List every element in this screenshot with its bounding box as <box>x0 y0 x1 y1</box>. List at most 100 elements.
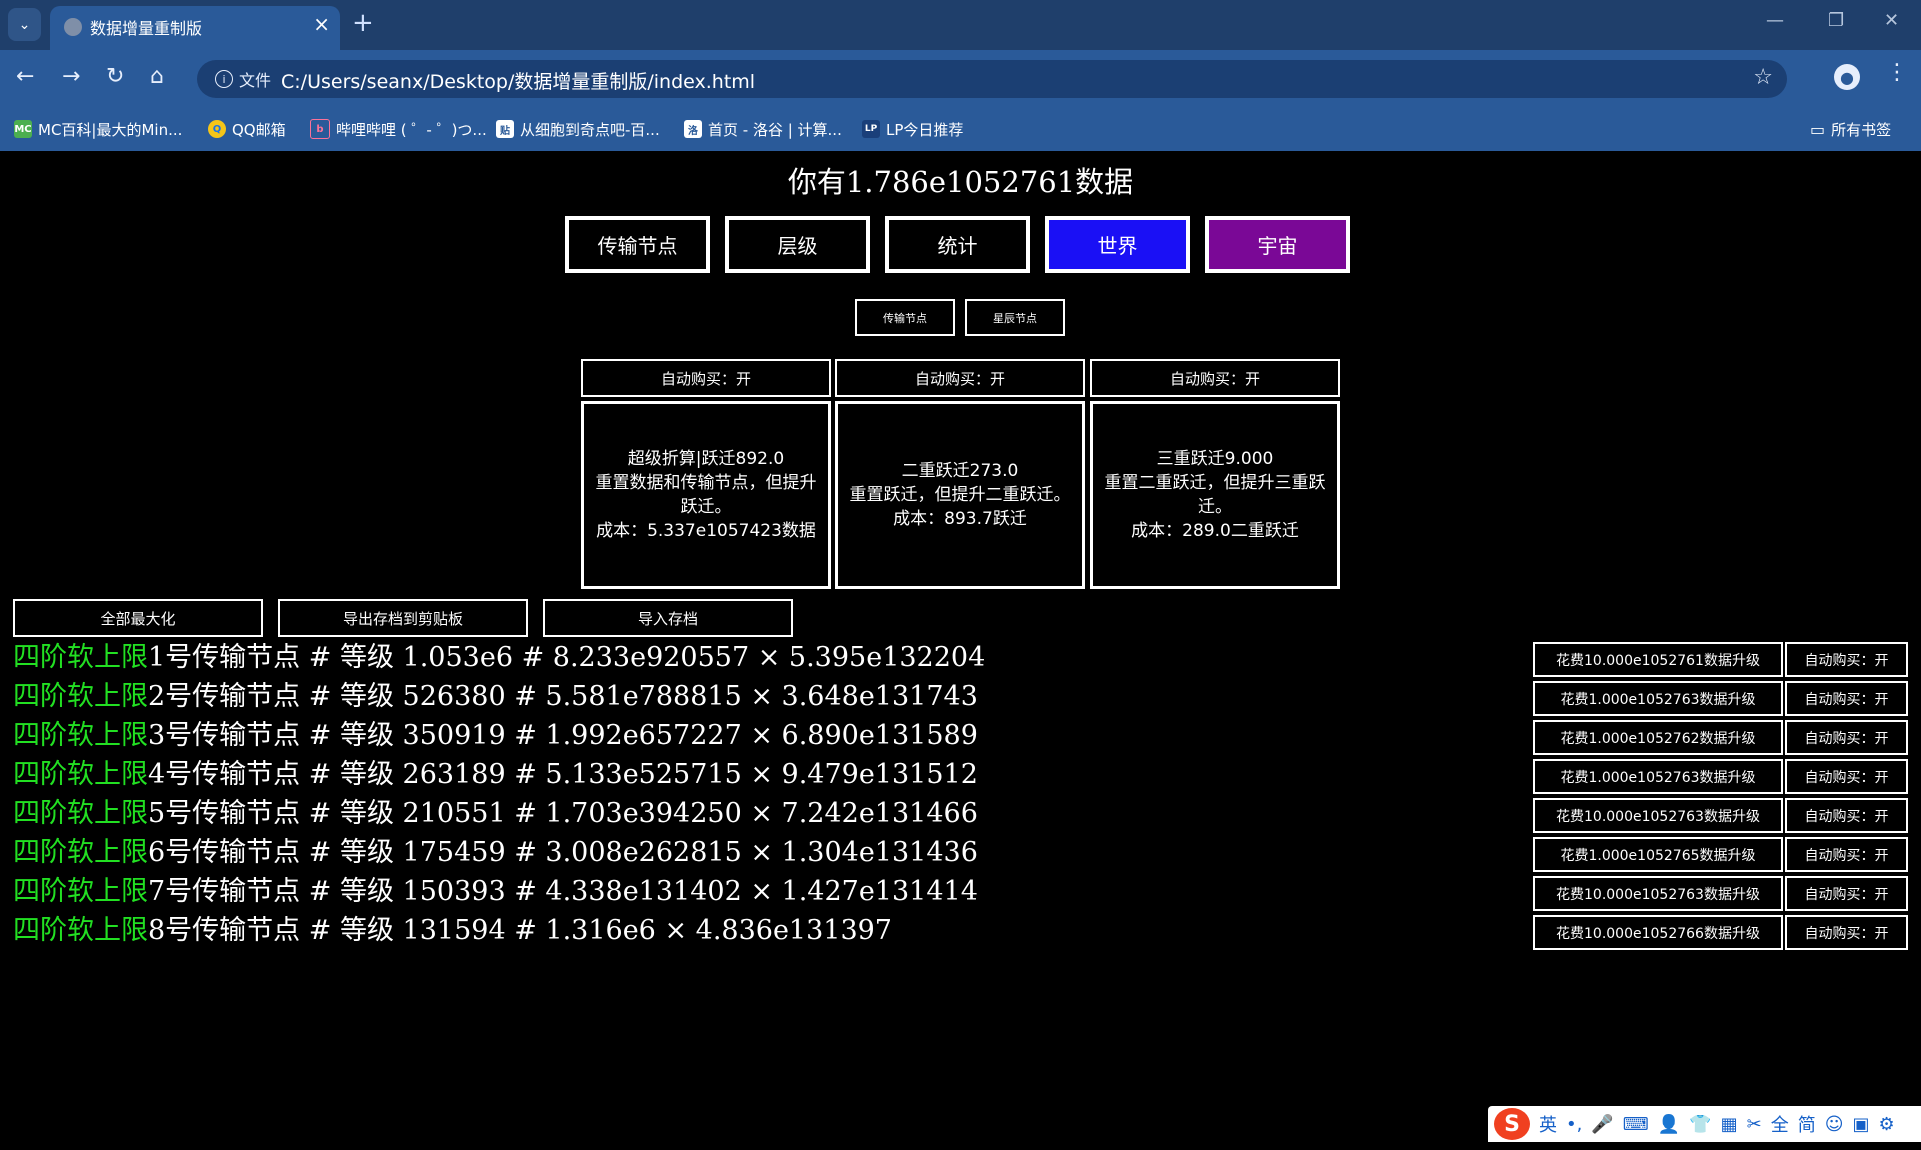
autobuy-toggle-triple-jump[interactable]: 自动购买：开 <box>1090 359 1340 397</box>
url-text[interactable]: C:/Users/seanx/Desktop/数据增量重制版/index.htm… <box>281 67 755 94</box>
bookmarks-bar: MC MC百科|最大的Min... Q QQ邮箱 b 哔哩哔哩 ( ゜- ゜)つ… <box>0 107 1921 151</box>
tab-transfer-nodes[interactable]: 传输节点 <box>565 216 710 273</box>
all-bookmarks-folder[interactable]: ▭ 所有书签 <box>1810 117 1891 141</box>
close-icon[interactable]: × <box>313 12 330 36</box>
node-row-8: 四阶软上限8号传输节点 # 等级 131594 # 1.316e6 × 4.83… <box>13 912 892 950</box>
ime-account-icon[interactable]: 👤 <box>1658 1114 1680 1135</box>
back-arrow-icon[interactable]: ← <box>16 64 34 89</box>
node-6-upgrade-button[interactable]: 花费1.000e1052765数据升级 <box>1533 837 1783 872</box>
tab-search-button[interactable]: ⌄ <box>8 8 41 41</box>
node-7-autobuy-toggle[interactable]: 自动购买：开 <box>1785 876 1908 911</box>
jump-title: 超级折算|跃迁892.0 <box>627 449 785 469</box>
node-8-upgrade-button[interactable]: 花费10.000e1052766数据升级 <box>1533 915 1783 950</box>
jump-cost: 成本：5.337e1057423数据 <box>596 521 816 541</box>
ime-voice-icon[interactable]: 🎤 <box>1591 1114 1613 1135</box>
double-jump-card[interactable]: 二重跃迁273.0 重置跃迁，但提升二重跃迁。 成本：893.7跃迁 <box>835 401 1085 589</box>
softcap-label: 四阶软上限 <box>13 915 148 946</box>
node-row-1: 四阶软上限1号传输节点 # 等级 1.053e6 # 8.233e920557 … <box>13 639 985 677</box>
ime-settings-icon[interactable]: ⚙ <box>1878 1114 1894 1135</box>
double-jump-title: 二重跃迁273.0 <box>901 461 1019 481</box>
jump-card[interactable]: 超级折算|跃迁892.0 重置数据和传输节点，但提升跃迁。 成本：5.337e1… <box>581 401 831 589</box>
browser-tab-active[interactable]: 数据增量重制版 × <box>50 6 340 50</box>
tab-tiers[interactable]: 层级 <box>725 216 870 273</box>
ime-scissors-icon[interactable]: ✂ <box>1747 1114 1762 1135</box>
import-save-button[interactable]: 导入存档 <box>543 599 793 637</box>
ime-grid-icon[interactable]: ▣ <box>1852 1114 1869 1135</box>
ime-toolbox-icon[interactable]: ▦ <box>1721 1114 1738 1135</box>
bookmark-star-icon[interactable]: ☆ <box>1753 65 1773 90</box>
tieba-paw-icon: 贴 <box>496 120 514 138</box>
bookmark-label: 首页 - 洛谷 | 计算... <box>708 120 842 139</box>
node-row-6: 四阶软上限6号传输节点 # 等级 175459 # 3.008e262815 ×… <box>13 834 978 872</box>
node-info: 6号传输节点 # 等级 175459 # 3.008e262815 × 1.30… <box>148 837 978 868</box>
kebab-menu-icon[interactable]: ⋮ <box>1886 60 1908 85</box>
node-3-upgrade-button[interactable]: 花费1.000e1052762数据升级 <box>1533 720 1783 755</box>
ime-emoji-icon[interactable]: ☺ <box>1825 1114 1844 1135</box>
softcap-label: 四阶软上限 <box>13 837 148 868</box>
node-4-autobuy-toggle[interactable]: 自动购买：开 <box>1785 759 1908 794</box>
softcap-label: 四阶软上限 <box>13 681 148 712</box>
ime-language-toggle[interactable]: 英 <box>1539 1111 1557 1137</box>
ime-fullwidth-toggle[interactable]: 全 <box>1771 1111 1789 1137</box>
bilibili-tv-icon: b <box>310 119 330 139</box>
node-5-autobuy-toggle[interactable]: 自动购买：开 <box>1785 798 1908 833</box>
triple-jump-cost: 成本：289.0二重跃迁 <box>1131 521 1299 541</box>
max-all-button[interactable]: 全部最大化 <box>13 599 263 637</box>
node-2-autobuy-toggle[interactable]: 自动购买：开 <box>1785 681 1908 716</box>
softcap-label: 四阶软上限 <box>13 720 148 751</box>
bookmark-label: QQ邮箱 <box>232 120 286 139</box>
site-info-chip[interactable]: i 文件 <box>207 65 279 93</box>
bookmark-luogu[interactable]: 洛 首页 - 洛谷 | 计算... <box>684 117 842 141</box>
new-tab-plus-icon[interactable]: + <box>352 8 374 38</box>
ime-keyboard-icon[interactable]: ⌨ <box>1623 1114 1649 1135</box>
profile-avatar-icon[interactable]: ● <box>1834 64 1860 90</box>
subtab-transfer-nodes[interactable]: 传输节点 <box>855 299 955 336</box>
bookmark-mcmod[interactable]: MC MC百科|最大的Min... <box>14 117 182 141</box>
autobuy-toggle-double-jump[interactable]: 自动购买：开 <box>835 359 1085 397</box>
bookmark-tieba[interactable]: 贴 从细胞到奇点吧-百... <box>496 117 660 141</box>
data-amount-headline: 你有1.786e1052761数据 <box>787 165 1134 199</box>
restore-icon[interactable]: ❐ <box>1828 10 1844 31</box>
node-row-5: 四阶软上限5号传输节点 # 等级 210551 # 1.703e394250 ×… <box>13 795 978 833</box>
sogou-ime-logo-icon[interactable]: S <box>1494 1108 1530 1140</box>
subtab-star-nodes[interactable]: 星辰节点 <box>965 299 1065 336</box>
ime-skin-icon[interactable]: 👕 <box>1689 1114 1711 1135</box>
reload-icon[interactable]: ↻ <box>106 64 124 89</box>
bookmark-label: 从细胞到奇点吧-百... <box>520 120 660 139</box>
bookmark-bilibili[interactable]: b 哔哩哔哩 ( ゜- ゜)つ... <box>310 117 487 141</box>
node-info: 7号传输节点 # 等级 150393 # 4.338e131402 × 1.42… <box>148 876 978 907</box>
window-close-icon[interactable]: ✕ <box>1884 10 1899 31</box>
bookmark-lp[interactable]: LP LP今日推荐 <box>862 117 963 141</box>
mcmod-logo-icon: MC <box>14 120 32 138</box>
tab-world[interactable]: 世界 <box>1045 216 1190 273</box>
node-6-autobuy-toggle[interactable]: 自动购买：开 <box>1785 837 1908 872</box>
ime-punctuation-icon[interactable]: •, <box>1566 1114 1582 1135</box>
node-2-upgrade-button[interactable]: 花费1.000e1052763数据升级 <box>1533 681 1783 716</box>
node-7-upgrade-button[interactable]: 花费10.000e1052763数据升级 <box>1533 876 1783 911</box>
lp-logo-icon: LP <box>862 120 880 138</box>
node-5-upgrade-button[interactable]: 花费10.000e1052763数据升级 <box>1533 798 1783 833</box>
node-1-upgrade-button[interactable]: 花费10.000e1052761数据升级 <box>1533 642 1783 677</box>
home-icon[interactable]: ⌂ <box>150 64 164 89</box>
jump-description: 重置数据和传输节点，但提升跃迁。 <box>595 473 817 517</box>
node-3-autobuy-toggle[interactable]: 自动购买：开 <box>1785 720 1908 755</box>
node-1-autobuy-toggle[interactable]: 自动购买：开 <box>1785 642 1908 677</box>
node-8-autobuy-toggle[interactable]: 自动购买：开 <box>1785 915 1908 950</box>
node-4-upgrade-button[interactable]: 花费1.000e1052763数据升级 <box>1533 759 1783 794</box>
minimize-icon[interactable]: — <box>1766 10 1784 31</box>
autobuy-toggle-jump[interactable]: 自动购买：开 <box>581 359 831 397</box>
node-info: 4号传输节点 # 等级 263189 # 5.133e525715 × 9.47… <box>148 759 978 790</box>
bookmark-label: LP今日推荐 <box>886 120 964 139</box>
address-bar[interactable]: i 文件 C:/Users/seanx/Desktop/数据增量重制版/inde… <box>197 60 1787 98</box>
export-save-button[interactable]: 导出存档到剪贴板 <box>278 599 528 637</box>
tab-statistics[interactable]: 统计 <box>885 216 1030 273</box>
tab-universe[interactable]: 宇宙 <box>1205 216 1350 273</box>
forward-arrow-icon[interactable]: → <box>62 64 80 89</box>
bookmark-qqmail[interactable]: Q QQ邮箱 <box>208 117 286 141</box>
node-info: 1号传输节点 # 等级 1.053e6 # 8.233e920557 × 5.3… <box>148 642 986 673</box>
ime-simplified-toggle[interactable]: 简 <box>1798 1111 1816 1137</box>
globe-icon <box>64 18 82 36</box>
browser-tab-bar: ⌄ 数据增量重制版 × + — ❐ ✕ <box>0 0 1921 50</box>
triple-jump-card[interactable]: 三重跃迁9.000 重置二重跃迁，但提升三重跃迁。 成本：289.0二重跃迁 <box>1090 401 1340 589</box>
node-row-7: 四阶软上限7号传输节点 # 等级 150393 # 4.338e131402 ×… <box>13 873 978 911</box>
